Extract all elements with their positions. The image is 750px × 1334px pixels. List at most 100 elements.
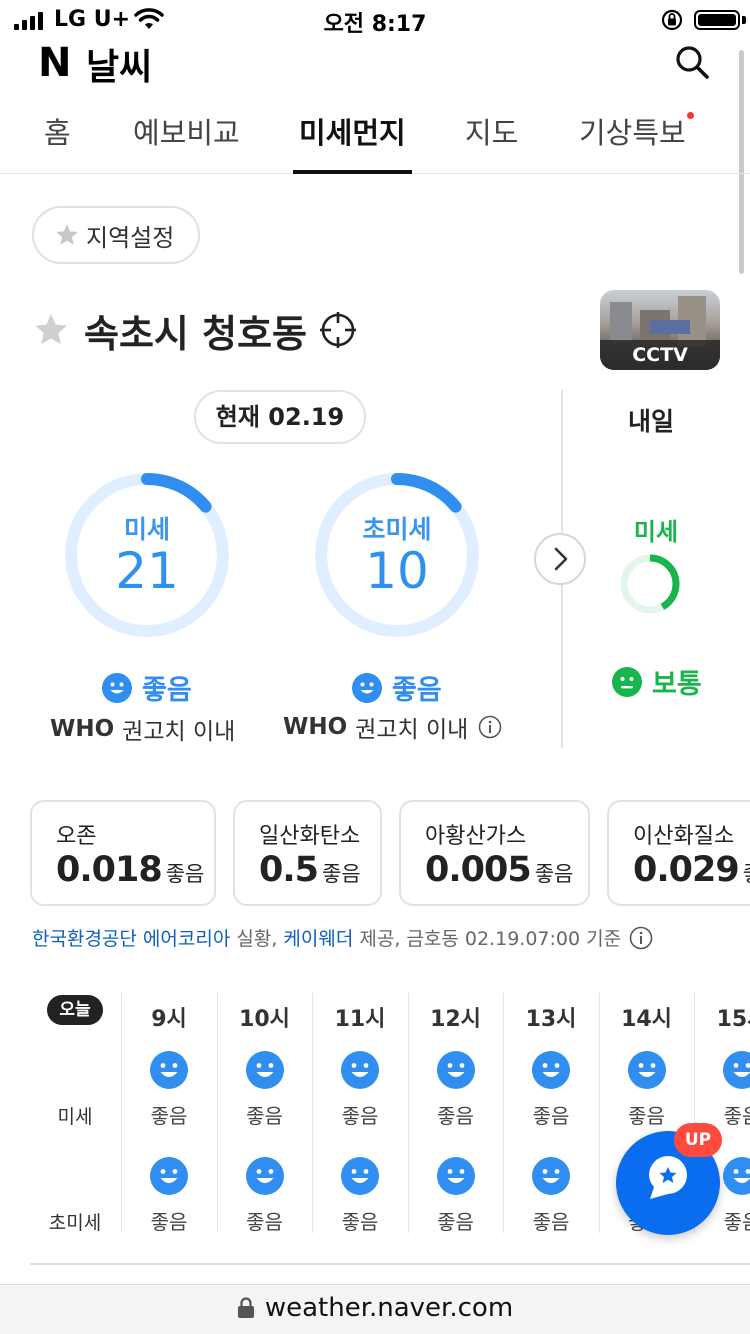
region-setting-button[interactable]: 지역설정 xyxy=(32,206,200,264)
cellular-signal-icon xyxy=(14,12,43,30)
neutral-face-icon xyxy=(612,666,642,697)
airkorea-link[interactable]: 한국환경공단 에어코리아 xyxy=(32,924,230,951)
favorite-star-icon[interactable] xyxy=(32,311,70,349)
pm25-label: 초미세 xyxy=(362,515,432,544)
pollutant-card-no2[interactable]: 이산화질소 0.029좋음 xyxy=(607,800,750,906)
tab-map[interactable]: 지도 xyxy=(465,110,518,174)
pm25-grade-label: 좋음 xyxy=(532,1210,570,1234)
pm10-grade-label: 좋음 xyxy=(532,1104,570,1128)
pm10-label: 미세 xyxy=(123,515,170,544)
tab-weather-warning[interactable]: 기상특보 xyxy=(579,110,694,174)
wifi-icon xyxy=(134,8,164,29)
pm10-grade-label: 좋음 xyxy=(628,1104,665,1128)
hour-label: 14시 xyxy=(621,1007,672,1032)
tab-bar: 홈 예보비교 미세먼지 지도 기상특보 xyxy=(0,96,750,174)
pm10-grade-label: 좋음 xyxy=(246,1104,283,1128)
cctv-image-detail xyxy=(650,320,690,334)
star-icon xyxy=(56,224,78,245)
smile-face-icon xyxy=(532,1051,570,1089)
tomorrow-grade: 보통 xyxy=(612,662,702,701)
divider xyxy=(30,1263,750,1265)
pollutant-card-so2[interactable]: 아황산가스 0.005 좋음 xyxy=(399,800,590,906)
row-label-pm10: 미세 xyxy=(57,1106,93,1128)
smile-face-icon xyxy=(341,1157,379,1195)
tab-forecast-compare[interactable]: 예보비교 xyxy=(133,110,240,174)
hour-label: 10시 xyxy=(239,1007,290,1032)
pm10-value: 21 xyxy=(115,542,179,600)
current-date-pill: 현재 02.19 xyxy=(194,390,366,444)
pm25-value: 10 xyxy=(365,542,429,600)
smile-face-icon xyxy=(532,1157,570,1195)
hourly-column: 9시 좋음 좋음 xyxy=(121,993,217,1234)
smile-face-icon xyxy=(723,1051,750,1089)
smile-face-icon xyxy=(102,672,132,703)
smile-face-icon xyxy=(341,1051,379,1089)
pm25-who-note: WHO 권고치 이내 xyxy=(283,710,502,744)
pollutant-card-co[interactable]: 일산화탄소 0.5 좋음 xyxy=(233,800,382,906)
pm25-grade-label: 좋음 xyxy=(341,1210,379,1234)
tomorrow-pm10-label: 미세 xyxy=(633,518,679,546)
row-label-pm25: 초미세 xyxy=(48,1212,102,1234)
hour-label: 15시 xyxy=(716,1007,750,1032)
smile-face-icon xyxy=(723,1157,750,1195)
status-bar: LG U+ 오전 8:17 xyxy=(0,0,750,40)
search-icon[interactable] xyxy=(672,42,712,82)
tab-home[interactable]: 홈 xyxy=(44,110,71,174)
smile-face-icon xyxy=(627,1051,666,1089)
tomorrow-title: 내일 xyxy=(627,407,674,436)
smile-face-icon xyxy=(436,1157,475,1195)
pm25-grade-label: 좋음 xyxy=(437,1210,474,1234)
hour-label: 13시 xyxy=(525,1007,577,1032)
info-icon[interactable] xyxy=(478,715,502,739)
region-setting-label: 지역설정 xyxy=(86,223,175,252)
pollutant-card-ozone[interactable]: 오존 0.018 좋음 xyxy=(30,800,216,906)
smile-face-icon xyxy=(150,1051,188,1089)
pm25-grade-label: 좋음 xyxy=(246,1210,283,1234)
battery-tip xyxy=(742,16,746,24)
cctv-image-detail xyxy=(610,302,632,342)
naver-logo[interactable]: N xyxy=(38,40,72,86)
kweather-link[interactable]: 케이웨더 xyxy=(283,924,353,951)
pm25-grade-label: 좋음 xyxy=(150,1210,188,1234)
cctv-label: CCTV xyxy=(600,340,720,370)
hour-label: 11시 xyxy=(334,1007,386,1032)
data-source: 한국환경공단 에어코리아 실황, 케이웨더 제공, 금호동 02.19.07:0… xyxy=(32,924,653,951)
pm10-grade: 좋음 xyxy=(102,668,192,707)
location-name[interactable]: 속초시 청호동 xyxy=(84,303,307,358)
page-title[interactable]: 날씨 xyxy=(86,38,152,90)
today-badge: 오늘 xyxy=(47,995,103,1025)
hourly-column: 11시 좋음 좋음 xyxy=(312,993,408,1234)
battery-icon xyxy=(694,10,740,30)
smile-face-icon xyxy=(245,1157,284,1195)
cctv-thumbnail[interactable]: CCTV xyxy=(600,290,720,370)
tomorrow-pm10-gauge[interactable] xyxy=(618,552,682,616)
smile-face-icon xyxy=(245,1051,284,1089)
hour-label: 12시 xyxy=(430,1007,481,1032)
hour-label: 9시 xyxy=(151,1007,187,1032)
lock-icon xyxy=(237,1297,254,1318)
smile-face-icon xyxy=(150,1157,188,1195)
browser-url-bar[interactable]: weather.naver.com xyxy=(0,1284,750,1334)
smile-face-icon xyxy=(352,672,382,703)
hourly-column: 12시 좋음 좋음 xyxy=(407,993,504,1234)
carrier-name: LG U+ xyxy=(54,7,131,32)
new-badge-dot xyxy=(686,112,694,119)
rotation-lock-icon xyxy=(661,9,683,31)
chevron-right-icon xyxy=(554,547,568,571)
url-text: weather.naver.com xyxy=(264,1293,514,1323)
up-badge: UP xyxy=(674,1123,722,1157)
hourly-column: 10시 좋음 좋음 xyxy=(216,993,313,1234)
pm10-grade-label: 좋음 xyxy=(341,1104,379,1128)
pm10-who-note: WHO 권고치 이내 xyxy=(50,716,236,745)
location-header: 속초시 청호동 xyxy=(32,300,357,360)
smile-face-icon xyxy=(436,1051,475,1089)
pm25-grade: 좋음 xyxy=(352,668,442,707)
info-icon[interactable] xyxy=(629,926,653,950)
pm10-grade-label: 좋음 xyxy=(437,1104,474,1128)
tab-fine-dust[interactable]: 미세먼지 xyxy=(293,110,412,174)
next-button[interactable] xyxy=(534,533,586,585)
current-location-icon[interactable] xyxy=(319,311,357,349)
pm10-grade-label: 좋음 xyxy=(150,1104,188,1128)
hourly-column: 13시 좋음 좋음 xyxy=(503,993,599,1234)
app-header: N 날씨 xyxy=(0,38,750,88)
